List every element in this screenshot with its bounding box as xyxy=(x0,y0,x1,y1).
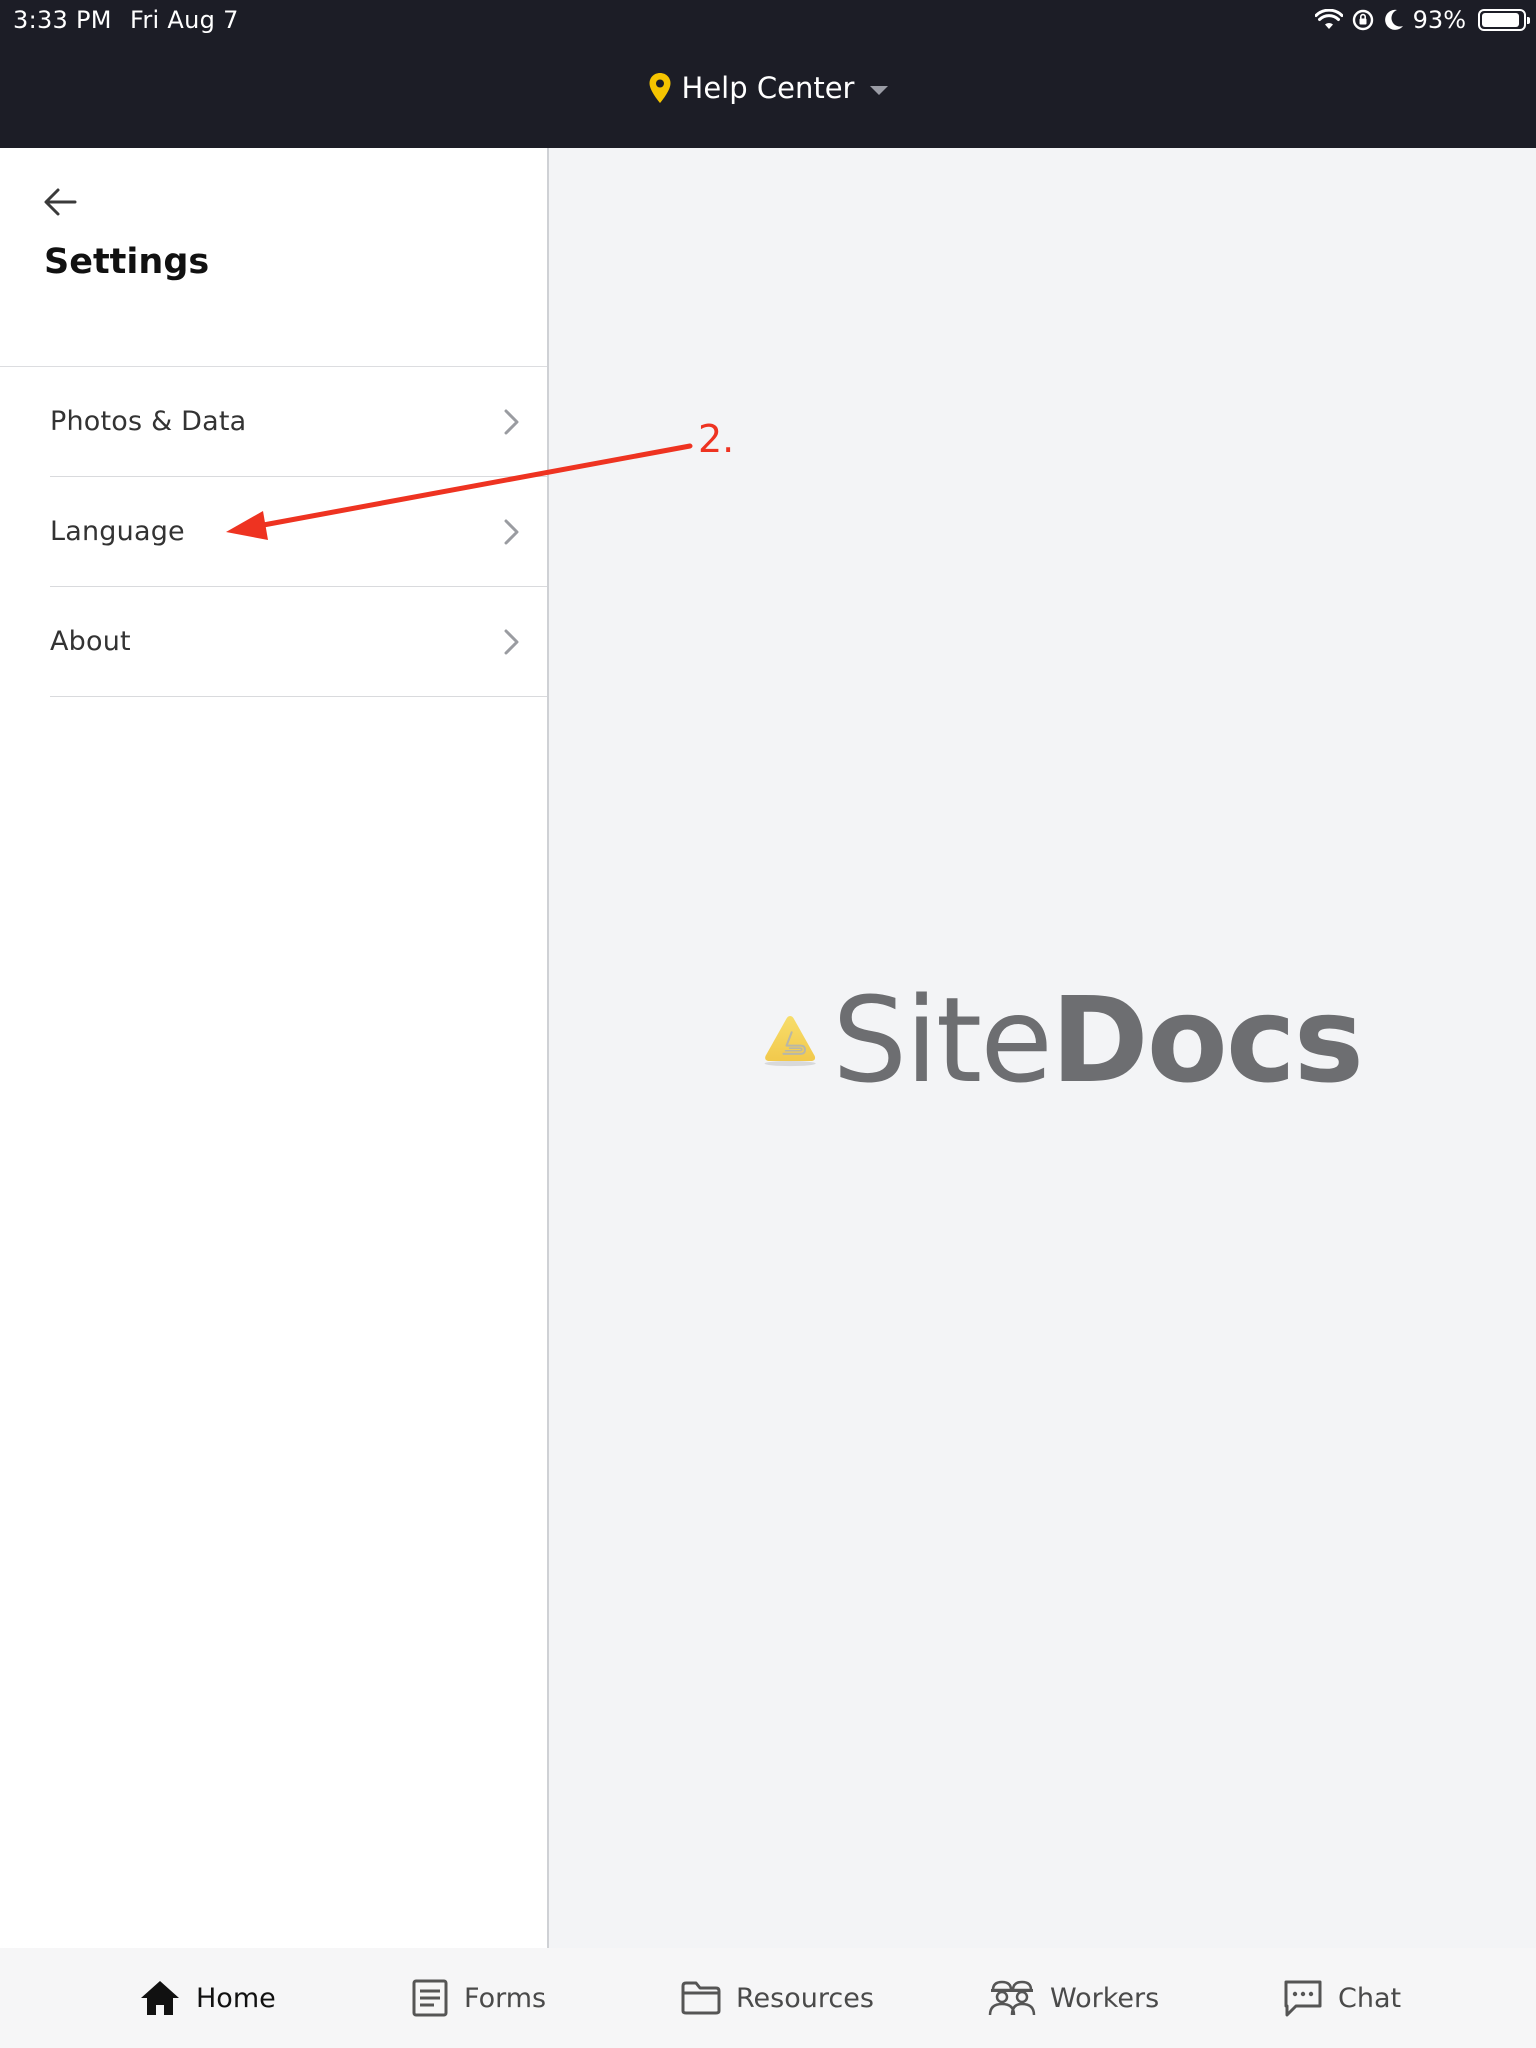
sitedocs-logo: SiteDocs xyxy=(762,980,1364,1100)
settings-menu: Photos & Data Language About xyxy=(0,367,547,697)
sitedocs-logo-icon xyxy=(764,1015,816,1067)
tab-workers[interactable]: Workers xyxy=(988,1948,1159,2048)
top-bar: 3:33 PM Fri Aug 7 93% Help Center xyxy=(0,0,1536,148)
tab-resources[interactable]: Resources xyxy=(680,1948,874,2048)
menu-item-photos-data[interactable]: Photos & Data xyxy=(50,367,547,477)
battery-icon xyxy=(1478,9,1530,31)
tab-chat[interactable]: Chat xyxy=(1282,1948,1401,2048)
battery-level-fill xyxy=(1482,13,1520,27)
chevron-right-icon xyxy=(504,629,519,654)
arrow-left-icon xyxy=(44,188,77,216)
page-title: Settings xyxy=(44,242,210,282)
back-button[interactable] xyxy=(38,180,82,224)
home-icon xyxy=(141,1981,179,2015)
rotation-lock-icon xyxy=(1352,9,1373,31)
location-pin-icon xyxy=(649,73,671,103)
status-time: 3:33 PM xyxy=(13,6,112,34)
tab-forms[interactable]: Forms xyxy=(410,1948,546,2048)
settings-sidebar: Settings Photos & Data Language About xyxy=(0,148,549,1948)
tab-label: Forms xyxy=(464,1982,547,2014)
tab-label: Home xyxy=(196,1982,276,2014)
location-label: Help Center xyxy=(681,71,855,105)
folder-icon xyxy=(681,1981,721,2015)
location-selector[interactable]: Help Center xyxy=(0,66,1536,110)
chevron-right-icon xyxy=(504,409,519,434)
workers-icon xyxy=(988,1980,1036,2016)
logo-text-site: Site xyxy=(832,971,1053,1109)
tab-home[interactable]: Home xyxy=(138,1948,276,2048)
menu-item-label: Language xyxy=(50,516,185,547)
bottom-tab-bar: Home Forms Resources Workers Chat xyxy=(0,1948,1536,2048)
menu-item-label: Photos & Data xyxy=(50,406,247,437)
chevron-down-icon xyxy=(870,85,889,95)
logo-wordmark: SiteDocs xyxy=(832,981,1364,1099)
tab-label: Chat xyxy=(1338,1982,1402,2014)
chat-icon xyxy=(1284,1980,1322,2017)
menu-item-about[interactable]: About xyxy=(50,587,547,697)
moon-icon xyxy=(1384,9,1403,30)
wifi-icon xyxy=(1314,9,1343,29)
status-date: Fri Aug 7 xyxy=(130,6,239,34)
battery-percent: 93% xyxy=(1412,6,1466,34)
tab-label: Resources xyxy=(736,1982,874,2014)
logo-text-docs: Docs xyxy=(1050,971,1364,1109)
chevron-right-icon xyxy=(504,519,519,544)
tab-label: Workers xyxy=(1050,1982,1160,2014)
annotation-label: 2. xyxy=(698,417,735,461)
status-indicators: 93% xyxy=(1314,5,1530,35)
menu-item-label: About xyxy=(50,626,131,657)
forms-icon xyxy=(412,1979,448,2017)
menu-item-language[interactable]: Language xyxy=(50,477,547,587)
